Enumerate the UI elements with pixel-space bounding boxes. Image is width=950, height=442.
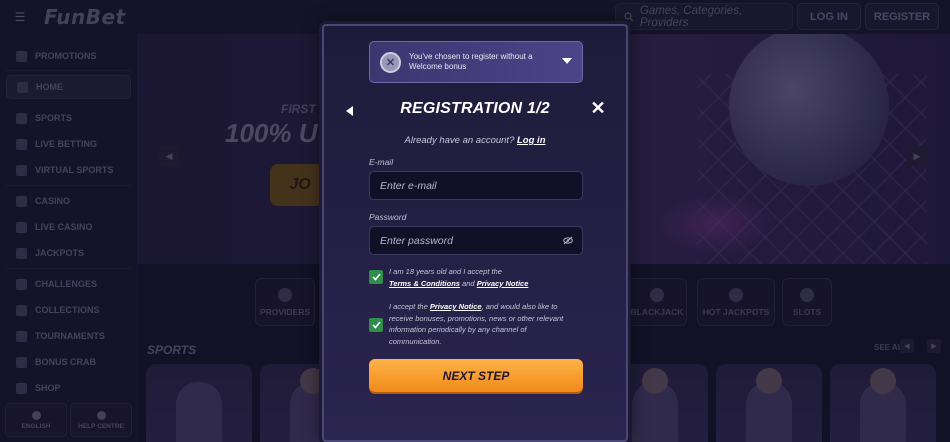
login-link[interactable]: Log in <box>517 135 546 146</box>
bonus-selector[interactable]: ✕ You've chosen to register without a We… <box>369 41 583 83</box>
registration-modal: ✕ You've chosen to register without a We… <box>322 24 628 442</box>
eye-off-icon[interactable] <box>563 236 573 245</box>
privacy-notice-link[interactable]: Privacy Notice <box>477 279 529 288</box>
age-terms-checkbox[interactable] <box>369 270 383 284</box>
bonus-selector-text: You've chosen to register without a Welc… <box>409 51 533 72</box>
and-text: and <box>462 278 475 288</box>
age-terms-row: I am 18 years old and I accept the Terms… <box>369 266 581 289</box>
marketing-text-start: I accept the <box>389 302 428 311</box>
chevron-down-icon <box>562 58 572 64</box>
password-field[interactable]: Enter password <box>369 226 583 255</box>
email-label: E-mail <box>369 157 394 167</box>
marketing-consent-row: I accept the Privacy Notice, and would a… <box>369 301 581 347</box>
email-field[interactable]: Enter e-mail <box>369 171 583 200</box>
password-placeholder: Enter password <box>380 234 453 247</box>
checkmark-icon <box>371 273 381 281</box>
checkmark-icon <box>371 321 381 329</box>
marketing-consent-text: I accept the Privacy Notice, and would a… <box>389 301 581 347</box>
no-bonus-icon: ✕ <box>380 51 401 73</box>
next-step-button[interactable]: NEXT STEP <box>369 359 583 392</box>
close-icon[interactable]: ✕ <box>590 99 606 117</box>
registration-title: REGISTRATION 1/2 <box>400 100 550 117</box>
age-text: I am 18 years old and I accept the <box>389 267 502 276</box>
email-placeholder: Enter e-mail <box>380 179 437 192</box>
marketing-privacy-link[interactable]: Privacy Notice <box>430 302 482 311</box>
have-account-text: Already have an account? Log in <box>324 135 626 146</box>
terms-link[interactable]: Terms & Conditions <box>389 279 460 288</box>
marketing-consent-checkbox[interactable] <box>369 318 383 332</box>
password-label: Password <box>369 212 407 222</box>
age-terms-text: I am 18 years old and I accept the Terms… <box>389 266 581 289</box>
have-account-label: Already have an account? <box>404 135 515 146</box>
